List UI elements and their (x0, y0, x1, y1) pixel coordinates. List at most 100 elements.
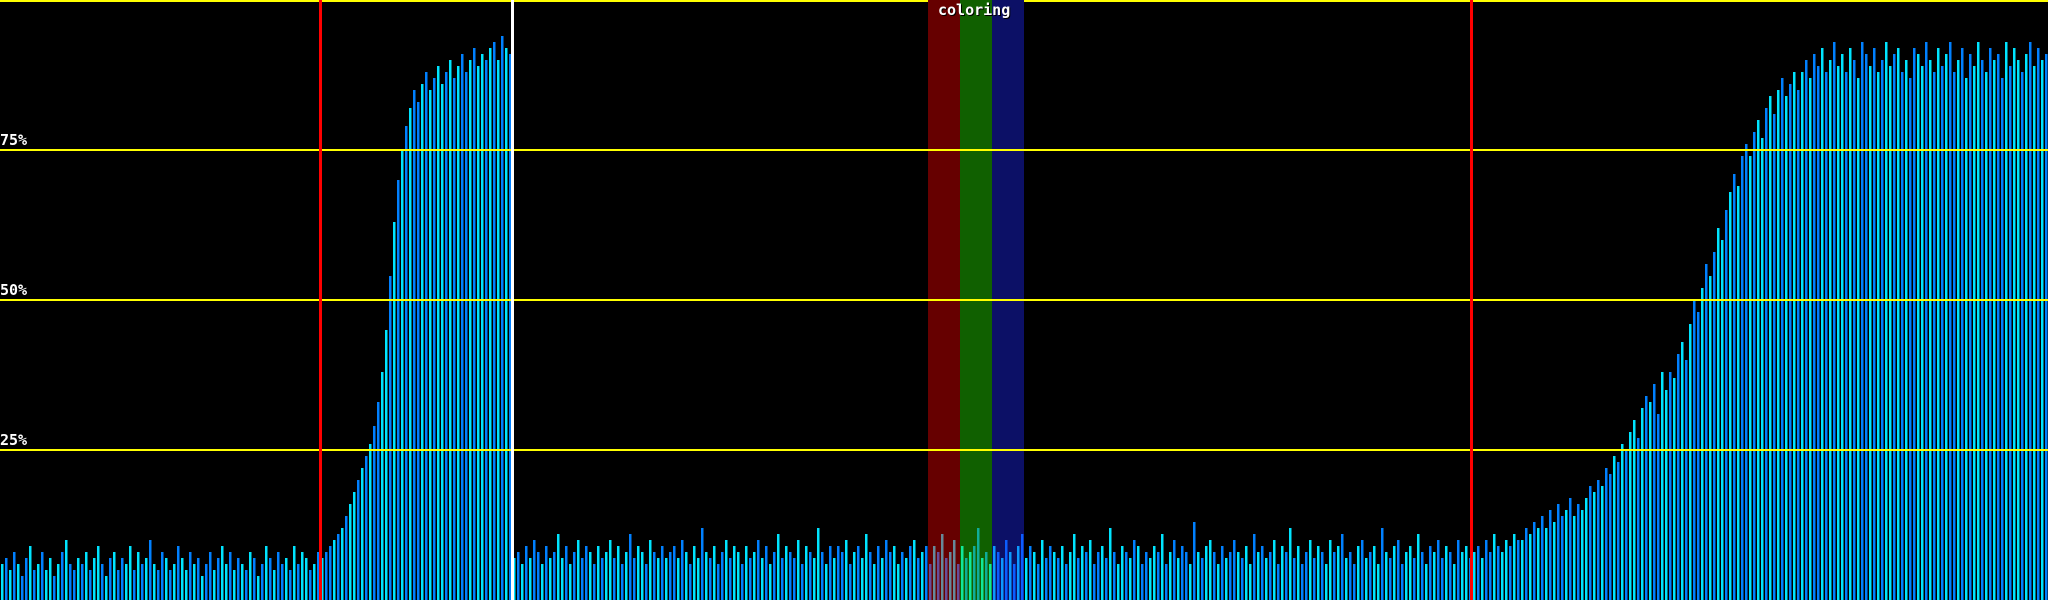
bar (597, 546, 600, 600)
bar (1437, 540, 1440, 600)
bar (813, 558, 816, 600)
bar (305, 558, 308, 600)
bar (833, 558, 836, 600)
bar (129, 546, 132, 600)
bar (489, 48, 492, 600)
bar (881, 558, 884, 600)
bar (1081, 546, 1084, 600)
bar (957, 564, 960, 600)
bar (1389, 558, 1392, 600)
bar (313, 564, 316, 600)
bar (1025, 558, 1028, 600)
bar (21, 576, 24, 600)
bar (521, 564, 524, 600)
bar (1057, 558, 1060, 600)
bar (2045, 54, 2048, 600)
bar (217, 558, 220, 600)
bar (961, 546, 964, 600)
bar (829, 546, 832, 600)
bar (1829, 60, 1832, 600)
bar (1817, 66, 1820, 600)
bar (1041, 540, 1044, 600)
bar (1329, 540, 1332, 600)
bar (653, 552, 656, 600)
bar (1581, 510, 1584, 600)
bar (1545, 528, 1548, 600)
bar (1257, 552, 1260, 600)
bar (1009, 552, 1012, 600)
bar (1197, 552, 1200, 600)
bar (617, 546, 620, 600)
bar (1105, 558, 1108, 600)
bar (1249, 564, 1252, 600)
bar (165, 558, 168, 600)
bar (1013, 564, 1016, 600)
histogram-bars (0, 0, 2048, 600)
bar (81, 564, 84, 600)
bar (1393, 546, 1396, 600)
bar (1529, 534, 1532, 600)
bar (1533, 522, 1536, 600)
bar (1573, 516, 1576, 600)
bar (1705, 264, 1708, 600)
bar (605, 552, 608, 600)
bar (1205, 546, 1208, 600)
bar (1701, 288, 1704, 600)
bar (493, 42, 496, 600)
bar (1721, 240, 1724, 600)
bar (137, 552, 140, 600)
bar (141, 564, 144, 600)
bar (1881, 60, 1884, 600)
bar (781, 558, 784, 600)
bar (1733, 174, 1736, 600)
bar (1461, 552, 1464, 600)
bar (1317, 546, 1320, 600)
bar (1281, 546, 1284, 600)
bar (73, 570, 76, 600)
bar (1377, 564, 1380, 600)
bar (1685, 360, 1688, 600)
bar (349, 504, 352, 600)
bar (1897, 48, 1900, 600)
bar (1113, 552, 1116, 600)
bar (525, 546, 528, 600)
bar (1517, 540, 1520, 600)
bar (1033, 552, 1036, 600)
bar (321, 558, 324, 600)
bar (1345, 558, 1348, 600)
bar (565, 546, 568, 600)
bar (1761, 138, 1764, 600)
bar (1061, 546, 1064, 600)
bar (1957, 60, 1960, 600)
bar (221, 546, 224, 600)
bar (209, 552, 212, 600)
bar (733, 546, 736, 600)
bar (397, 180, 400, 600)
bar (1109, 528, 1112, 600)
bar (13, 552, 16, 600)
bar (897, 564, 900, 600)
bar (1549, 510, 1552, 600)
bar (1157, 552, 1160, 600)
bar (1709, 276, 1712, 600)
bar (1625, 450, 1628, 600)
bar (53, 576, 56, 600)
bar (1429, 546, 1432, 600)
bar (1937, 48, 1940, 600)
bar (1569, 498, 1572, 600)
bar (1745, 144, 1748, 600)
bar (1117, 564, 1120, 600)
bar (1813, 54, 1816, 600)
bar (1981, 60, 1984, 600)
bar (1129, 558, 1132, 600)
bar (1785, 96, 1788, 600)
bar (1133, 540, 1136, 600)
bar (357, 480, 360, 600)
bar (1449, 552, 1452, 600)
bar (1021, 534, 1024, 600)
bar (1693, 300, 1696, 600)
bar (1273, 540, 1276, 600)
bar (25, 558, 28, 600)
bar (1737, 186, 1740, 600)
bar (1845, 72, 1848, 600)
